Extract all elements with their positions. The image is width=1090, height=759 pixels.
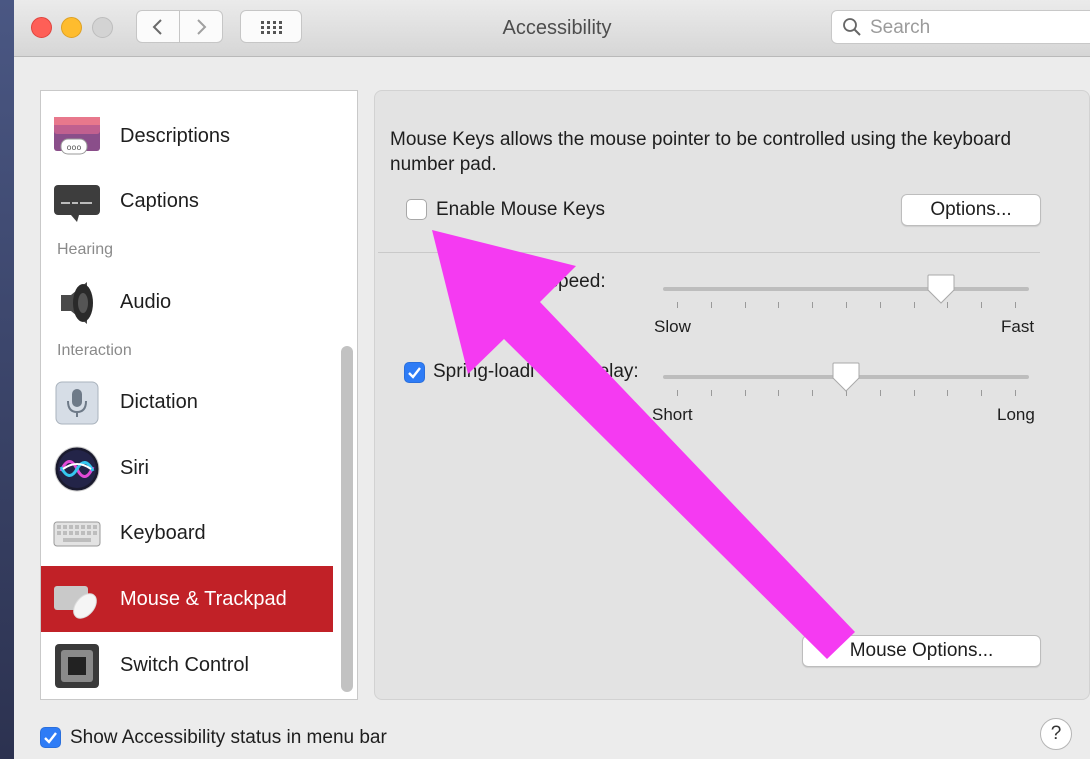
svg-text:ooo: ooo: [67, 143, 82, 152]
section-divider: [378, 252, 1040, 253]
chevron-left-icon: [152, 18, 162, 35]
double-click-speed-knob[interactable]: [926, 273, 956, 305]
sidebar-item-label: Siri: [120, 456, 149, 479]
slider-tick: [879, 390, 881, 396]
slider-tick: [744, 390, 746, 396]
sidebar-item-switch-control[interactable]: Switch Control: [41, 632, 333, 698]
switch-control-icon: [55, 644, 99, 688]
desktop-background: [0, 0, 14, 759]
back-button[interactable]: [136, 10, 180, 43]
minimize-window-button[interactable]: [61, 17, 82, 38]
show-status-in-menu-bar-checkbox[interactable]: [40, 727, 61, 748]
slider-tick: [913, 390, 915, 396]
mouse-keys-description: Mouse Keys allows the mouse pointer to b…: [390, 129, 1012, 175]
slider-tick: [981, 302, 983, 308]
slider-tick: [1015, 302, 1016, 308]
sidebar-item-audio[interactable]: Audio: [41, 269, 333, 335]
show-status-in-menu-bar-label: Show Accessibility status in menu bar: [70, 727, 387, 748]
help-button[interactable]: ?: [1040, 718, 1072, 750]
double-click-slow-label: Slow: [654, 317, 691, 336]
forward-button[interactable]: [179, 10, 223, 43]
sidebar-scrollbar[interactable]: [341, 346, 353, 692]
sidebar-item-label: Descriptions: [120, 124, 231, 147]
slider-tick: [981, 390, 983, 396]
close-window-button[interactable]: [31, 17, 52, 38]
sidebar-item-dictation[interactable]: Dictation: [41, 369, 333, 435]
sidebar-item-label: Mouse & Trackpad: [120, 587, 287, 610]
sidebar-item-mouse-trackpad[interactable]: Mouse & Trackpad: [41, 566, 333, 632]
captions-icon: [54, 185, 100, 222]
title-bar: Accessibility: [14, 0, 1090, 57]
slider-tick: [947, 390, 949, 396]
checkmark-icon: [44, 732, 57, 744]
microphone-icon: [55, 381, 99, 425]
enable-mouse-keys-label: Enable Mouse Keys: [436, 199, 605, 220]
spring-loading-label: Spring-loadi: [433, 361, 535, 382]
mouse-trackpad-icon: [54, 586, 97, 619]
slider-tick: [913, 302, 915, 308]
slider-tick: [710, 390, 712, 396]
slider-tick: [677, 390, 678, 396]
checkmark-icon: [408, 367, 421, 379]
enable-mouse-keys-checkbox[interactable]: [406, 199, 427, 220]
slider-tick: [778, 390, 780, 396]
search-input[interactable]: [868, 11, 1090, 45]
show-all-button[interactable]: [240, 10, 302, 43]
window-title: Accessibility: [502, 17, 612, 39]
sidebar-item-siri[interactable]: Siri: [41, 435, 333, 501]
sidebar-item-keyboard[interactable]: Keyboard: [41, 500, 333, 566]
sidebar[interactable]: ooo Descriptions Captions Hearing Audio …: [40, 90, 358, 700]
sidebar-item-label: Dictation: [120, 390, 198, 413]
slider-tick: [744, 302, 746, 308]
sidebar-item-label: Captions: [120, 189, 199, 212]
double-click-speed-slider[interactable]: [663, 287, 1029, 291]
slider-tick: [677, 302, 678, 308]
spring-loading-checkbox[interactable]: [404, 362, 425, 383]
mouse-options-button[interactable]: Mouse Options...: [802, 635, 1041, 667]
sidebar-item-descriptions[interactable]: ooo Descriptions: [41, 103, 333, 169]
search-field[interactable]: [831, 10, 1090, 45]
grid-icon: [261, 20, 282, 34]
section-label-hearing: Hearing: [57, 241, 114, 258]
siri-icon: [54, 446, 100, 492]
slider-tick: [812, 390, 814, 396]
mouse-trackpad-panel: [374, 90, 1090, 700]
sidebar-item-label: Keyboard: [120, 521, 206, 544]
speaker-icon: [61, 282, 93, 324]
sidebar-item-captions[interactable]: Captions: [41, 168, 333, 234]
sidebar-item-label: Switch Control: [120, 653, 249, 676]
slider-tick: [879, 302, 881, 308]
spring-loading-short-label: Short: [652, 405, 693, 424]
slider-tick: [1015, 390, 1016, 396]
slider-tick: [710, 302, 712, 308]
sidebar-item-label: Audio: [120, 290, 172, 313]
double-click-speed-label: -click speed:: [500, 271, 606, 292]
spring-loading-long-label: Long: [997, 405, 1035, 424]
slider-tick: [778, 302, 780, 308]
keyboard-icon: [53, 521, 101, 547]
slider-tick: [812, 302, 814, 308]
search-icon: [843, 18, 861, 36]
double-click-fast-label: Fast: [1001, 317, 1035, 336]
section-label-interaction: Interaction: [57, 342, 132, 359]
chevron-right-icon: [197, 18, 207, 35]
spring-loading-label-tail: delay:: [588, 361, 639, 382]
slider-tick: [846, 302, 847, 308]
descriptions-icon: ooo: [54, 117, 100, 155]
zoom-window-button[interactable]: [92, 17, 113, 38]
spring-loading-knob[interactable]: [831, 361, 861, 393]
options-button[interactable]: Options...: [901, 194, 1041, 226]
